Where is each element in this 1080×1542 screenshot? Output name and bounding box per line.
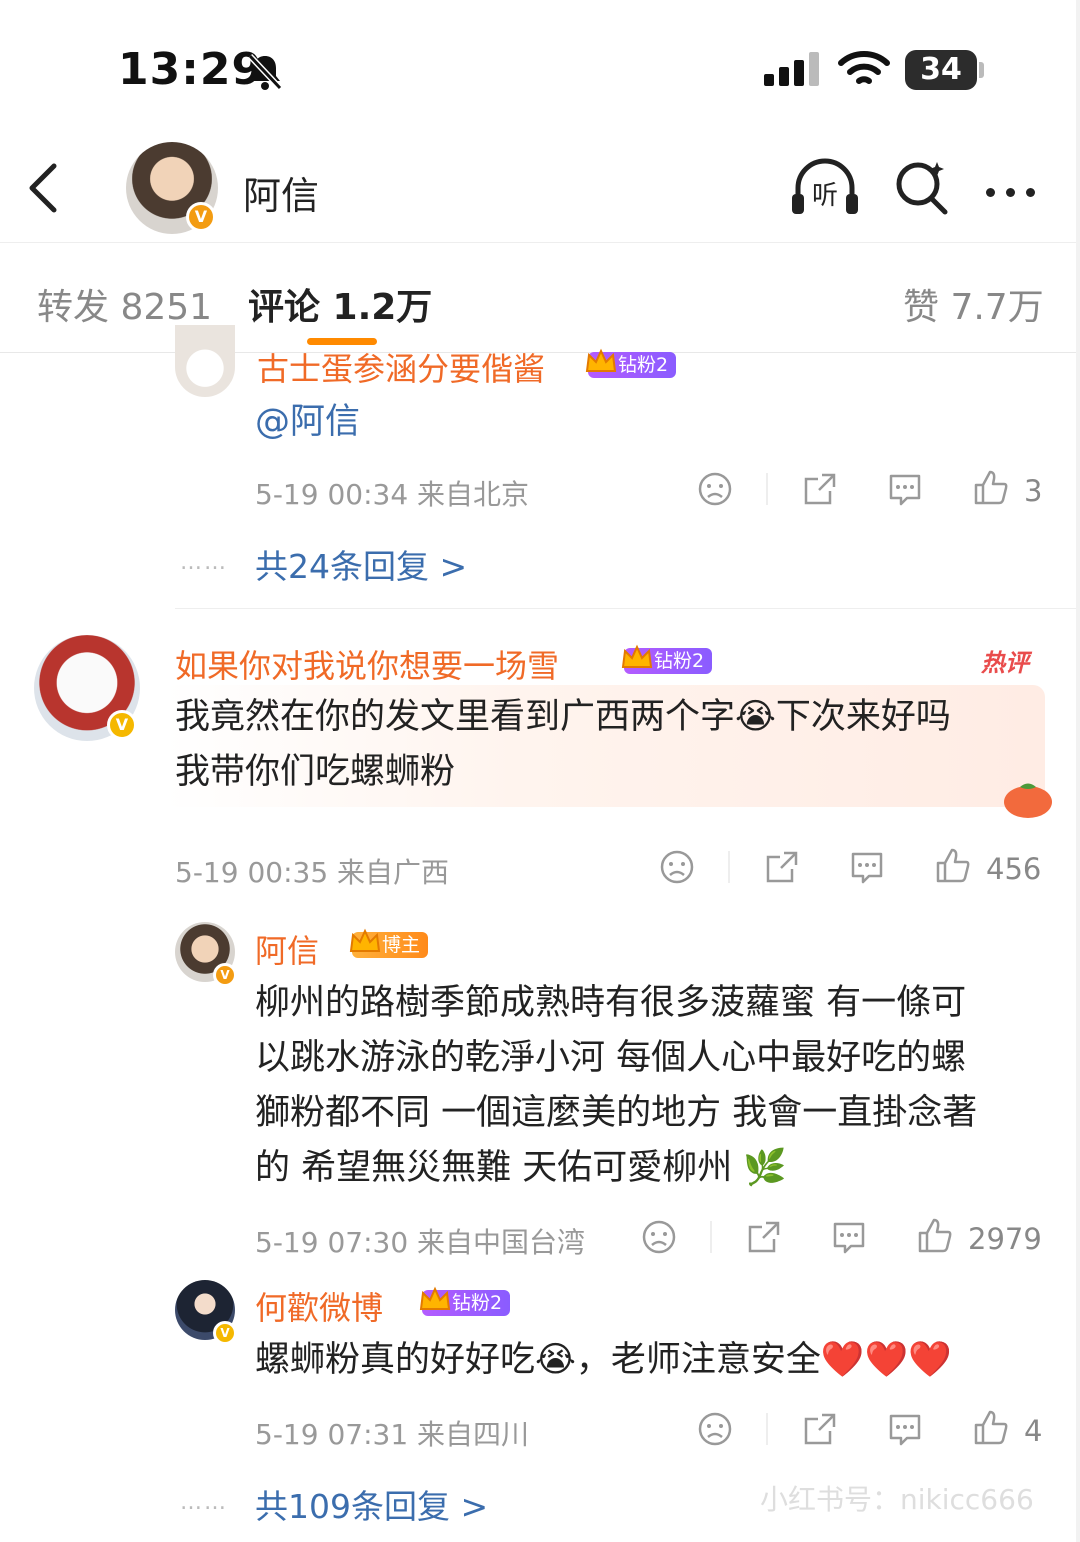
like-count: 456 bbox=[986, 852, 1042, 886]
comment-text[interactable]: @阿信 bbox=[255, 395, 360, 450]
share-icon[interactable] bbox=[746, 1219, 782, 1255]
like-count: 3 bbox=[1024, 474, 1043, 508]
reply-text[interactable]: 以跳水游泳的乾淨小河 每個人心中最好吃的螺 bbox=[255, 1031, 966, 1086]
dislike-face-icon[interactable] bbox=[641, 1219, 677, 1255]
comment-meta: 5-19 00:35 来自广西 bbox=[175, 856, 450, 889]
like-thumb-icon[interactable] bbox=[916, 1217, 954, 1255]
bell-muted-icon bbox=[247, 53, 283, 91]
crown-icon bbox=[419, 1286, 451, 1310]
signal-icon bbox=[764, 52, 819, 86]
verified-badge-icon: V bbox=[213, 963, 237, 987]
fan-level-label: 钻粉2 bbox=[452, 1292, 503, 1314]
more-options-icon[interactable] bbox=[986, 182, 1046, 201]
reply-text[interactable]: 螺蛳粉真的好好吃😭，老师注意安全❤️❤️❤️ bbox=[255, 1333, 952, 1388]
watermark: 小红书号：nikicc666 bbox=[760, 1483, 1034, 1516]
replier-name[interactable]: 阿信 bbox=[255, 926, 319, 972]
page-title: 阿信 bbox=[243, 174, 320, 218]
share-icon[interactable] bbox=[764, 849, 800, 885]
status-bar: 13:29 34 bbox=[0, 0, 1080, 130]
tab-comments[interactable]: 评论 1.2万 bbox=[248, 278, 432, 330]
separator bbox=[766, 1413, 768, 1445]
separator bbox=[710, 1221, 712, 1253]
crown-icon bbox=[349, 928, 381, 952]
like-count: 4 bbox=[1024, 1414, 1043, 1448]
fan-level-label: 钻粉2 bbox=[618, 354, 669, 376]
crown-icon bbox=[585, 348, 617, 372]
battery-tip bbox=[979, 62, 984, 78]
comment-avatar[interactable] bbox=[175, 325, 235, 397]
hot-comment-tag: 热评 bbox=[981, 649, 1029, 677]
reply-bubble-icon[interactable] bbox=[887, 471, 923, 507]
status-time: 13:29 bbox=[118, 44, 264, 95]
commenter-name[interactable]: 古士蛋参涵分要偕酱 bbox=[257, 344, 545, 390]
dislike-face-icon[interactable] bbox=[697, 471, 733, 507]
wifi-icon bbox=[838, 51, 890, 84]
tab-bar: 转发 8251 评论 1.2万 赞 7.7万 bbox=[0, 243, 1080, 353]
comment-text[interactable]: 我竟然在你的发文里看到广西两个字😭下次来好吗 bbox=[175, 690, 951, 745]
reply-text[interactable]: 柳州的路樹季節成熟時有很多菠蘿蜜 有一條可 bbox=[255, 976, 966, 1031]
verified-badge-icon: V bbox=[186, 202, 216, 232]
like-count: 2979 bbox=[968, 1222, 1042, 1256]
share-icon[interactable] bbox=[802, 1411, 838, 1447]
commenter-name[interactable]: 如果你对我说你想要一场雪 bbox=[175, 641, 559, 687]
back-arrow-icon[interactable] bbox=[26, 160, 60, 216]
view-replies-link[interactable]: 共24条回复 > bbox=[255, 540, 467, 588]
like-thumb-icon[interactable] bbox=[934, 847, 972, 885]
comment-divider bbox=[175, 608, 1080, 609]
host-badge: 博主 bbox=[349, 928, 429, 958]
dislike-face-icon[interactable] bbox=[697, 1411, 733, 1447]
separator bbox=[766, 473, 768, 505]
crown-icon bbox=[621, 644, 653, 668]
like-thumb-icon[interactable] bbox=[972, 1409, 1010, 1447]
persimmon-sticker-icon bbox=[1004, 783, 1052, 818]
verified-badge-icon: V bbox=[213, 1321, 237, 1345]
tab-reposts[interactable]: 转发 8251 bbox=[37, 278, 212, 330]
reply-text[interactable]: 的 希望無災無難 天佑可愛柳州 🌿 bbox=[255, 1141, 787, 1196]
like-thumb-icon[interactable] bbox=[972, 469, 1010, 507]
verified-badge-icon: V bbox=[107, 710, 137, 740]
page-edge bbox=[1076, 0, 1080, 1542]
reply-meta: 5-19 07:31 来自四川 bbox=[255, 1418, 530, 1451]
comment-text[interactable]: 我带你们吃螺蛳粉 bbox=[175, 745, 455, 800]
search-icon[interactable] bbox=[893, 158, 951, 216]
share-icon[interactable] bbox=[802, 471, 838, 507]
reply-meta: 5-19 07:30 来自中国台湾 bbox=[255, 1226, 586, 1259]
comment-meta: 5-19 00:34 来自北京 bbox=[255, 478, 530, 511]
headphones-icon[interactable]: 听 bbox=[790, 158, 860, 216]
dislike-face-icon[interactable] bbox=[659, 849, 695, 885]
reply-dots: …… bbox=[180, 1490, 228, 1515]
reply-bubble-icon[interactable] bbox=[831, 1219, 867, 1255]
fan-level-badge: 钻粉2 bbox=[585, 348, 677, 378]
fan-level-badge: 钻粉2 bbox=[419, 1286, 511, 1316]
view-replies-link[interactable]: 共109条回复 > bbox=[255, 1480, 488, 1528]
tab-likes[interactable]: 赞 7.7万 bbox=[903, 278, 1044, 330]
reply-bubble-icon[interactable] bbox=[849, 849, 885, 885]
replier-name[interactable]: 何歡微博 bbox=[255, 1283, 383, 1329]
fan-level-badge: 钻粉2 bbox=[621, 644, 713, 674]
battery-level: 34 bbox=[920, 52, 962, 87]
reply-bubble-icon[interactable] bbox=[887, 1411, 923, 1447]
host-badge-label: 博主 bbox=[382, 934, 421, 956]
top-nav: V 阿信 听 bbox=[0, 130, 1080, 243]
listen-label: 听 bbox=[812, 181, 838, 211]
reply-text[interactable]: 獅粉都不同 一個這麼美的地方 我會一直掛念著 bbox=[255, 1086, 977, 1141]
battery-indicator: 34 bbox=[905, 50, 977, 90]
separator bbox=[728, 851, 730, 883]
reply-dots: …… bbox=[180, 550, 228, 575]
fan-level-label: 钻粉2 bbox=[654, 650, 705, 672]
